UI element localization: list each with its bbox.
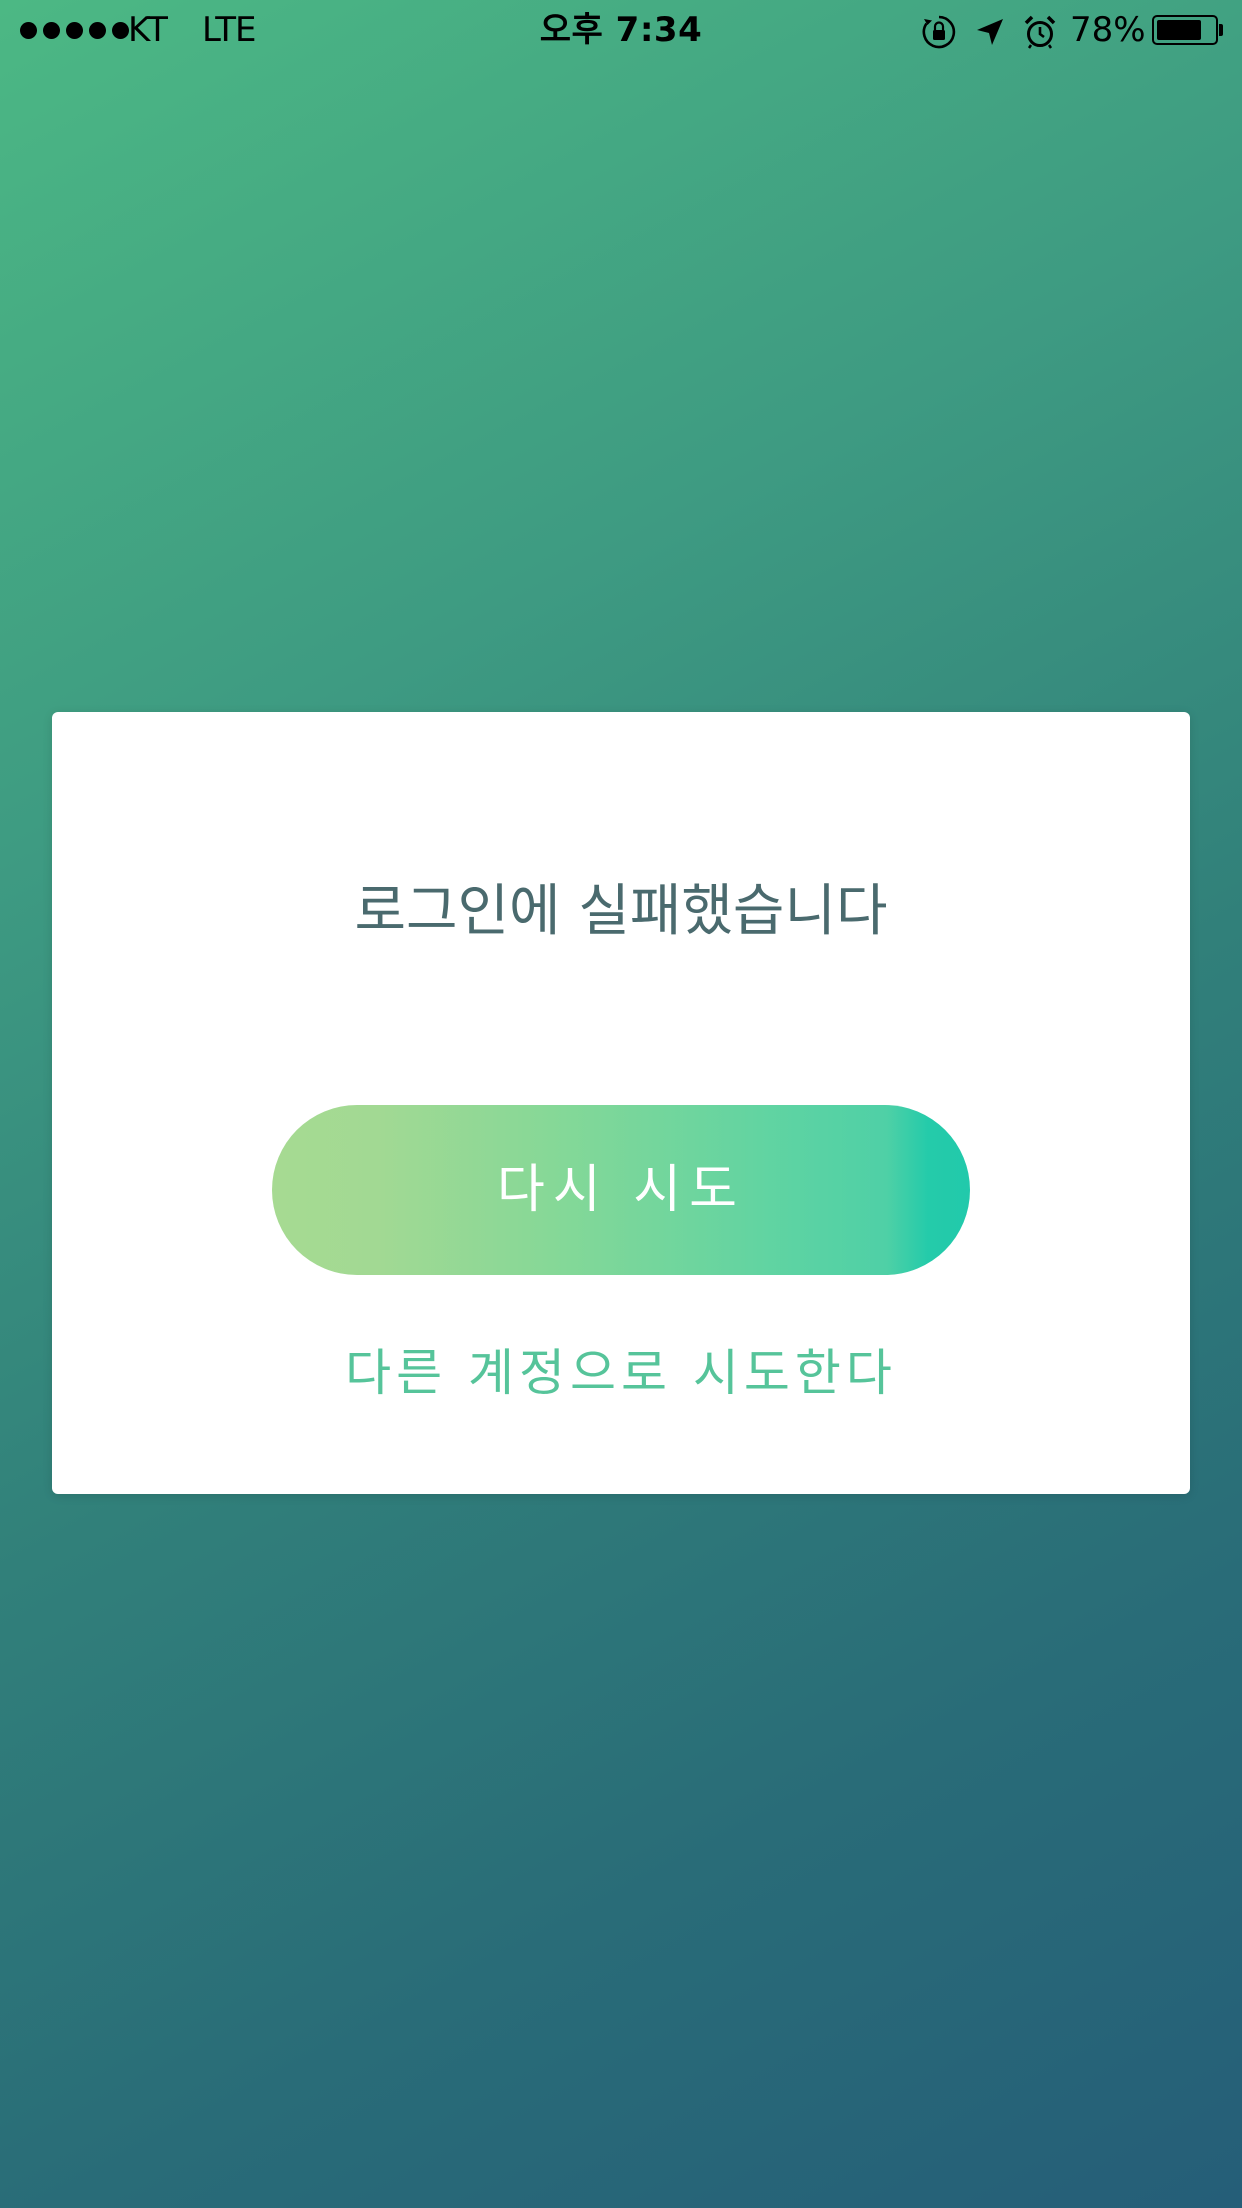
status-bar: KT LTE 오후 7:34 78% [0,0,1242,62]
battery-terminal [1219,24,1223,36]
location-arrow-icon [977,19,1003,45]
battery-icon [1152,15,1218,45]
orientation-lock-icon [922,15,956,49]
alarm-icon [1024,15,1056,49]
try-other-account-link[interactable]: 다른 계정으로 시도한다 [52,1340,1190,1406]
dialog-title: 로그인에 실패했습니다 [354,879,888,944]
retry-button[interactable]: 다시 시도 [272,1105,970,1275]
battery-percentage: 78% [1070,10,1146,50]
login-failed-dialog: 로그인에 실패했습니다 다시 시도 다른 계정으로 시도한다 [52,712,1190,1494]
battery-level-fill [1157,20,1201,40]
login-failed-screen: KT LTE 오후 7:34 78% 로그인에 실패했습니다 다시 시도 다른 … [0,0,1242,2208]
